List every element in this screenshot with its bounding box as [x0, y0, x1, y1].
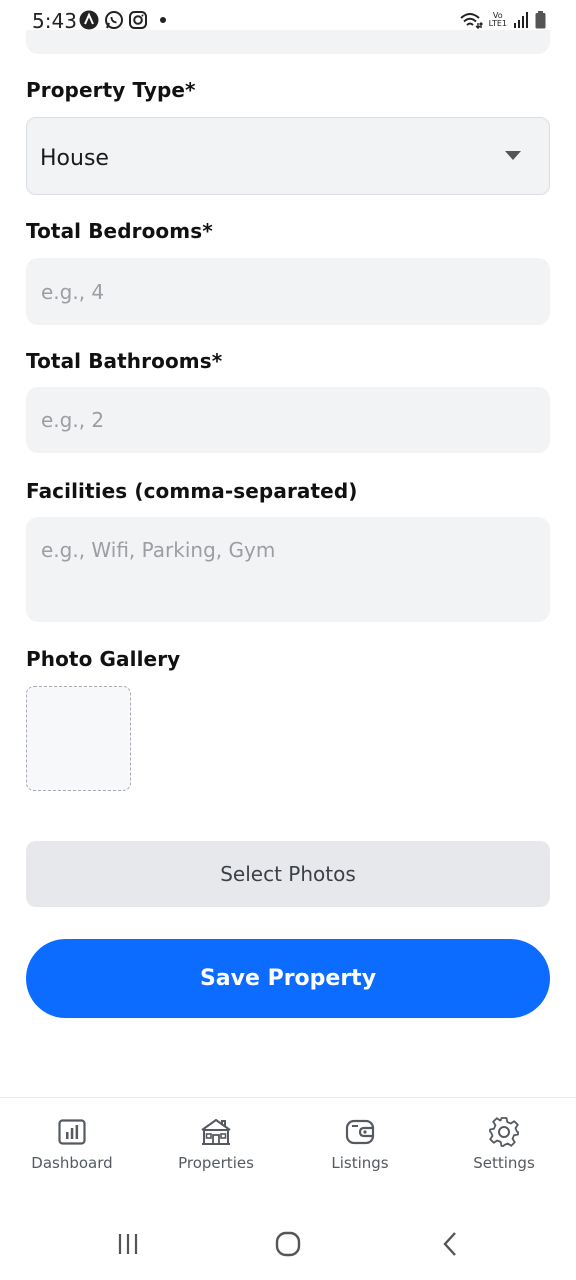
facilities-label: Facilities (comma-separated) — [26, 479, 358, 503]
save-property-button[interactable]: Save Property — [26, 939, 550, 1018]
whatsapp-icon — [104, 10, 124, 30]
property-type-value: House — [40, 146, 109, 171]
tab-listings-label: Listings — [331, 1154, 389, 1172]
artifact-a-icon — [79, 10, 99, 30]
tab-dashboard-label: Dashboard — [31, 1154, 113, 1172]
volte-text-bottom: LTE1 — [488, 19, 507, 28]
house-icon — [200, 1116, 232, 1148]
recent-apps-button[interactable] — [108, 1227, 148, 1261]
total-bedrooms-placeholder: e.g., 4 — [41, 280, 105, 304]
caret-down-icon — [505, 151, 521, 160]
tab-settings[interactable]: Settings — [432, 1116, 576, 1172]
tab-dashboard[interactable]: Dashboard — [0, 1116, 144, 1172]
tab-properties[interactable]: Properties — [144, 1116, 288, 1172]
instagram-icon — [129, 11, 147, 29]
bottom-tab-bar: Dashboard Properties Listings Settings — [0, 1097, 576, 1207]
wifi-icon — [459, 11, 483, 29]
property-type-label: Property Type* — [26, 78, 196, 102]
system-icons: Vo LTE1 — [459, 9, 546, 31]
photo-gallery-slot[interactable] — [26, 686, 131, 791]
home-button[interactable] — [268, 1227, 308, 1261]
tab-listings[interactable]: Listings — [288, 1116, 432, 1172]
facilities-placeholder: e.g., Wifi, Parking, Gym — [41, 538, 276, 562]
bar-chart-icon — [56, 1116, 88, 1148]
home-icon — [275, 1231, 301, 1257]
previous-field-partial[interactable] — [26, 30, 550, 54]
signal-icon — [513, 12, 529, 28]
total-bedrooms-label: Total Bedrooms* — [26, 219, 213, 243]
total-bathrooms-placeholder: e.g., 2 — [41, 408, 105, 432]
facilities-textarea[interactable]: e.g., Wifi, Parking, Gym — [26, 517, 550, 622]
total-bathrooms-label: Total Bathrooms* — [26, 349, 223, 373]
battery-icon — [535, 11, 546, 29]
notification-icons — [79, 9, 166, 31]
property-type-select[interactable]: House — [26, 117, 550, 195]
select-photos-button[interactable]: Select Photos — [26, 841, 550, 907]
total-bedrooms-input[interactable]: e.g., 4 — [26, 258, 550, 325]
total-bathrooms-input[interactable]: e.g., 2 — [26, 387, 550, 453]
back-icon — [443, 1232, 456, 1256]
dot-icon — [160, 17, 166, 23]
gear-icon — [488, 1116, 520, 1148]
volte-icon: Vo LTE1 — [489, 12, 507, 28]
tab-settings-label: Settings — [473, 1154, 535, 1172]
tab-properties-label: Properties — [178, 1154, 254, 1172]
system-nav-bar — [0, 1207, 576, 1280]
wallet-icon — [344, 1116, 376, 1148]
recent-apps-icon — [118, 1234, 138, 1254]
back-button[interactable] — [430, 1227, 470, 1261]
photo-gallery-label: Photo Gallery — [26, 647, 181, 671]
